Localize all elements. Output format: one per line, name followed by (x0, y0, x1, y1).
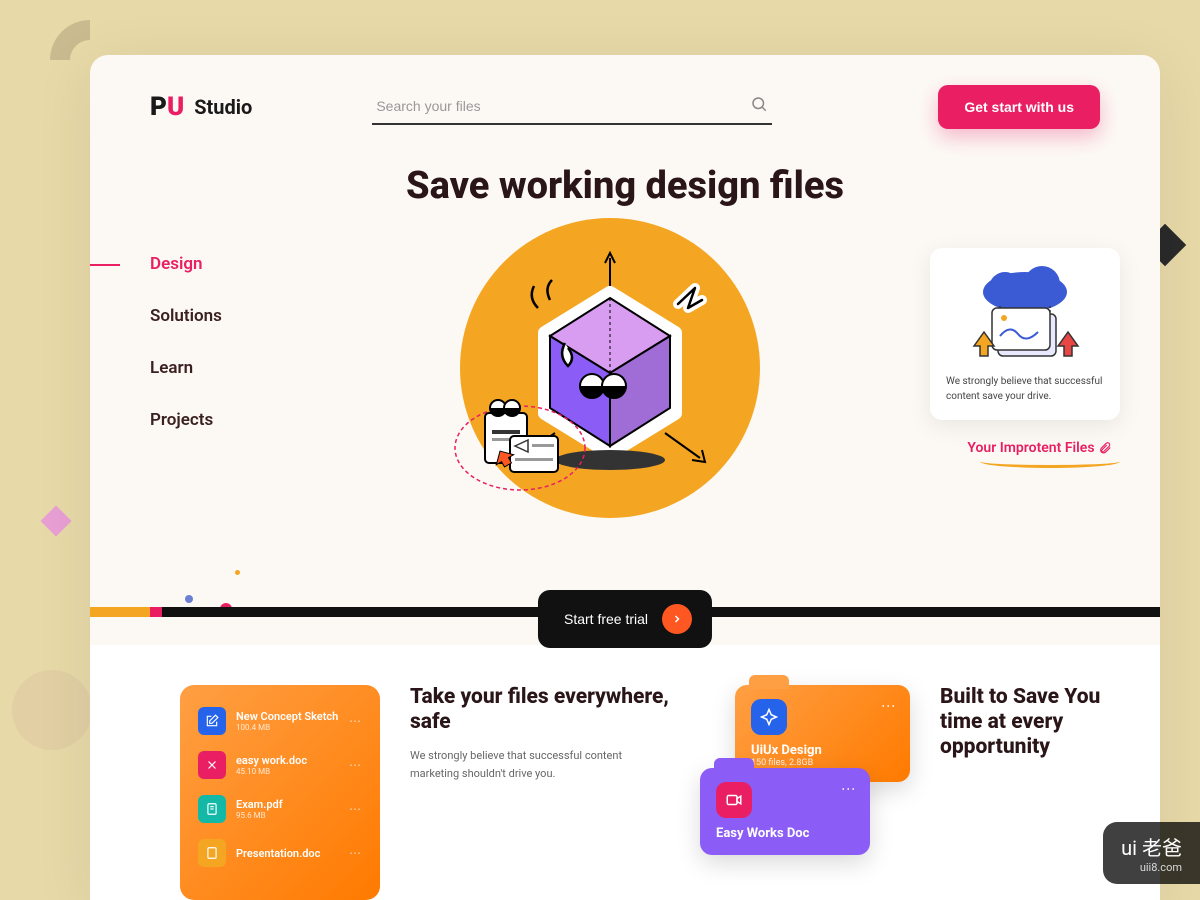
logo-text: Studio (194, 95, 252, 119)
folder-menu-icon[interactable]: ⋮ (840, 782, 856, 794)
file-menu-icon[interactable]: ⋯ (349, 846, 362, 860)
section-title: Take your files everywhere, safe (410, 685, 670, 735)
document-icon (198, 839, 226, 867)
watermark: ui 老爸 uii8.com (1103, 822, 1200, 884)
section-take-files: Take your files everywhere, safe We stro… (410, 685, 670, 900)
cloud-upload-icon (946, 264, 1104, 364)
decoration-dot (185, 595, 193, 603)
file-item[interactable]: Presentation.doc ⋯ (194, 831, 366, 875)
paperclip-icon (1098, 440, 1112, 456)
cloud-upload-card: We strongly believe that successful cont… (930, 248, 1120, 420)
file-item[interactable]: New Concept Sketch100.4 MB ⋯ (194, 699, 366, 743)
folder-menu-icon[interactable]: ⋮ (880, 699, 896, 711)
start-free-trial-button[interactable]: Start free trial (538, 590, 712, 648)
hero-title: Save working design files (90, 164, 1160, 208)
folders-illustration: UiUx Design 150 files, 2.8GB ⋮ Easy Work… (700, 685, 910, 865)
section-built-to-save: Built to Save You time at every opportun… (940, 685, 1110, 900)
documents-doodle-icon (450, 388, 600, 498)
folder-easyworks[interactable]: Easy Works Doc ⋮ (700, 768, 870, 855)
bottom-section: New Concept Sketch100.4 MB ⋯ easy work.d… (90, 645, 1160, 900)
section-description: We strongly believe that successful cont… (410, 747, 670, 782)
file-menu-icon[interactable]: ⋯ (349, 802, 362, 816)
chevron-right-icon (662, 604, 692, 634)
main-card: PU Studio Get start with us Save working… (90, 55, 1160, 900)
nav-projects[interactable]: Projects (90, 394, 290, 446)
sidebar-nav: Design Solutions Learn Projects (90, 208, 290, 518)
header: PU Studio Get start with us (90, 55, 1160, 139)
search-input[interactable] (376, 98, 750, 114)
important-files-link[interactable]: Your Improtent Files (930, 440, 1120, 456)
file-menu-icon[interactable]: ⋯ (349, 714, 362, 728)
edit-icon (198, 707, 226, 735)
video-icon (716, 782, 752, 818)
search-icon[interactable] (750, 95, 768, 117)
logo[interactable]: PU Studio (150, 92, 252, 122)
nav-solutions[interactable]: Solutions (90, 290, 290, 342)
cloud-card-text: We strongly believe that successful cont… (946, 374, 1104, 404)
nav-design[interactable]: Design (90, 238, 290, 290)
pen-nib-icon (751, 699, 787, 735)
search-bar[interactable] (372, 89, 772, 125)
logo-mark: PU (150, 92, 184, 122)
get-started-button[interactable]: Get start with us (938, 85, 1100, 129)
nav-learn[interactable]: Learn (90, 342, 290, 394)
right-panel: We strongly believe that successful cont… (930, 208, 1160, 518)
file-list-card: New Concept Sketch100.4 MB ⋯ easy work.d… (180, 685, 380, 900)
document-icon (198, 795, 226, 823)
file-item[interactable]: easy work.doc45.10 MB ⋯ (194, 743, 366, 787)
hero-content: Design Solutions Learn Projects (90, 208, 1160, 518)
file-menu-icon[interactable]: ⋯ (349, 758, 362, 772)
bg-circle-decoration (12, 670, 92, 750)
file-item[interactable]: Exam.pdf95.6 MB ⋯ (194, 787, 366, 831)
hero-illustration-area (290, 208, 930, 518)
section-title: Built to Save You time at every opportun… (940, 685, 1110, 761)
bg-diamond-pink (40, 505, 71, 536)
decoration-dot (235, 570, 240, 575)
tools-icon (198, 751, 226, 779)
